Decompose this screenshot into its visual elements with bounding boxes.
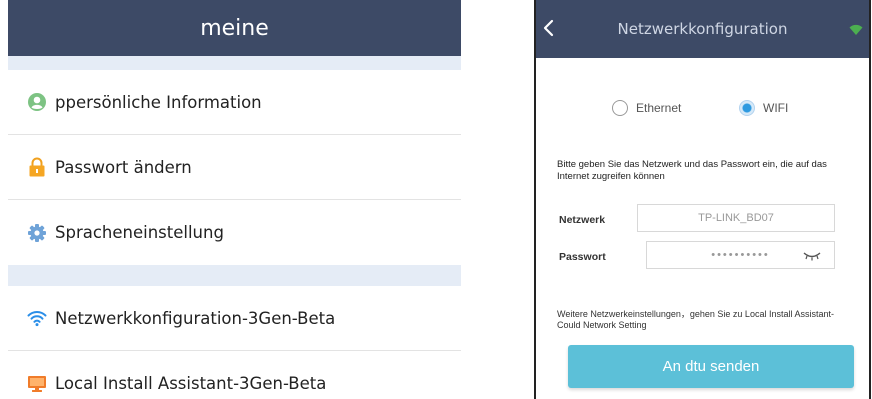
eye-closed-icon[interactable] [803, 251, 821, 261]
section-spacer [8, 56, 461, 70]
profile-menu-panel: meine ppersönliche Information Passwort … [8, 0, 461, 399]
radio-ethernet[interactable]: Ethernet [612, 100, 681, 116]
network-label: Netzwerk [559, 214, 606, 226]
radio-wifi[interactable]: WIFI [739, 100, 788, 116]
menu-item-language[interactable]: Spracheneinstellung [8, 200, 461, 265]
menu-item-label: Passwort ändern [55, 157, 192, 177]
section-spacer [8, 265, 461, 286]
send-button-label: An dtu senden [662, 358, 760, 375]
screen-header: Netzwerkkonfiguration [536, 0, 869, 58]
menu-item-label: Netzwerkkonfiguration-3Gen-Beta [55, 308, 336, 328]
menu-item-change-password[interactable]: Passwort ändern [8, 135, 461, 200]
password-value: •••••••••• [711, 249, 770, 261]
wifi-icon [27, 308, 47, 328]
menu-item-install-assistant[interactable]: Local Install Assistant-3Gen-Beta [8, 351, 461, 399]
screen-title: Netzwerkkonfiguration [617, 20, 788, 38]
back-arrow-icon[interactable] [541, 17, 559, 39]
menu-item-personal-info[interactable]: ppersönliche Information [8, 70, 461, 135]
send-to-dtu-button[interactable]: An dtu senden [568, 345, 854, 388]
radio-label: Ethernet [636, 101, 682, 115]
password-input[interactable]: •••••••••• [646, 241, 835, 269]
menu-item-label: Local Install Assistant-3Gen-Beta [55, 374, 327, 393]
menu-header: meine [8, 0, 461, 56]
radio-circle-selected [739, 100, 755, 116]
menu-item-network-config[interactable]: Netzwerkkonfiguration-3Gen-Beta [8, 286, 461, 351]
lock-icon [27, 157, 47, 177]
menu-item-label: ppersönliche Information [55, 92, 262, 112]
gear-icon [27, 223, 47, 243]
menu-title: meine [200, 15, 269, 41]
network-input[interactable]: TP-LINK_BD07 [637, 204, 835, 232]
menu-item-label: Spracheneinstellung [55, 223, 224, 242]
network-config-screen: Netzwerkkonfiguration Ethernet WIFI Bitt… [534, 0, 871, 399]
advanced-settings-note: Weitere Netzwerkeinstellungen，gehen Sie … [557, 309, 834, 330]
monitor-icon [27, 374, 47, 394]
wifi-signal-icon [849, 22, 863, 35]
user-circle-icon [27, 92, 47, 112]
radio-label: WIFI [763, 101, 789, 115]
password-label: Passwort [559, 251, 606, 263]
connection-mode-group: Ethernet WIFI [536, 92, 869, 132]
instruction-text: Bitte geben Sie das Netzwerk und das Pas… [557, 159, 827, 182]
radio-circle [612, 100, 628, 116]
network-value: TP-LINK_BD07 [698, 212, 774, 224]
